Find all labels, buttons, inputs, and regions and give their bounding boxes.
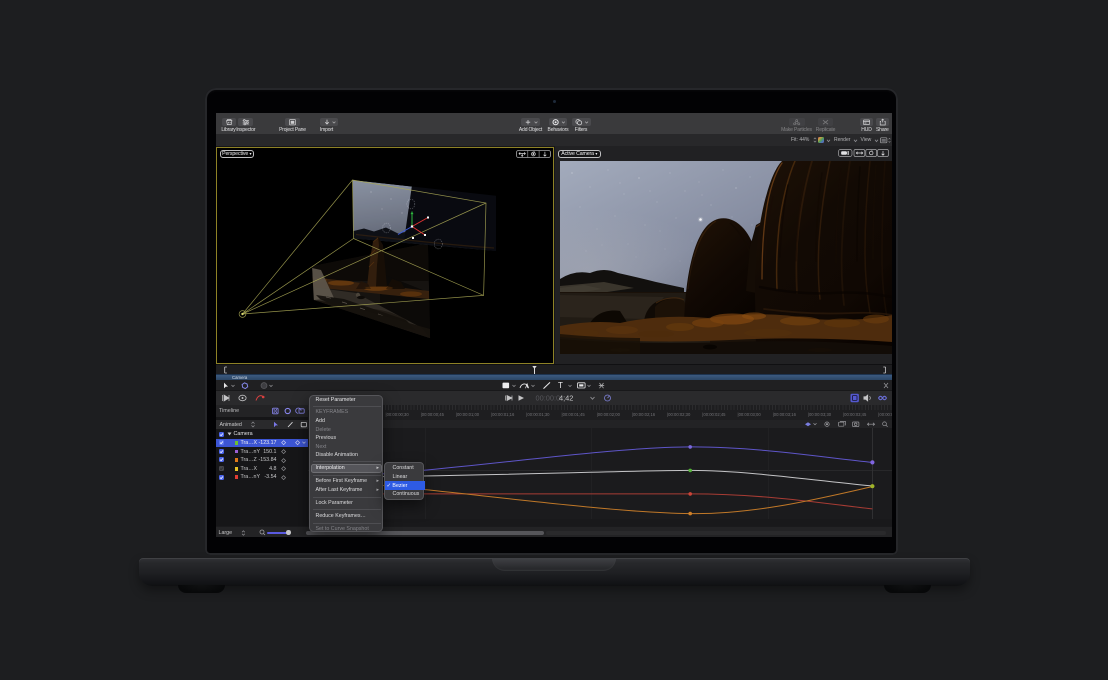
svg-text:|00:00:03;45: |00:00:03;45 — [843, 412, 867, 417]
svg-text:|00:00:02;00: |00:00:02;00 — [596, 412, 620, 417]
svg-text:|00:00:0: |00:00:0 — [878, 412, 892, 417]
svg-text:T: T — [558, 381, 563, 390]
svg-text:|00:00:01;45: |00:00:01;45 — [561, 412, 585, 417]
svg-text:|00:00:00;30: |00:00:00;30 — [385, 412, 409, 417]
svg-text:|00:00:02;16: |00:00:02;16 — [631, 412, 655, 417]
svg-text:4;42: 4;42 — [559, 394, 573, 403]
svg-text:|00:00:02;30: |00:00:02;30 — [667, 412, 691, 417]
svg-text:|00:00:01;16: |00:00:01;16 — [491, 412, 515, 417]
svg-text:|00:00:03;16: |00:00:03;16 — [772, 412, 796, 417]
svg-text:|00:00:00;45: |00:00:00;45 — [420, 412, 444, 417]
svg-text:|00:00:03;00: |00:00:03;00 — [737, 412, 761, 417]
svg-text:|00:00:01;30: |00:00:01;30 — [526, 412, 550, 417]
svg-text:|00:00:03;30: |00:00:03;30 — [807, 412, 831, 417]
svg-text:00:00:0: 00:00:0 — [536, 394, 561, 403]
svg-text:|00:00:02;45: |00:00:02;45 — [702, 412, 726, 417]
svg-text:|00:00:01;00: |00:00:01;00 — [455, 412, 479, 417]
